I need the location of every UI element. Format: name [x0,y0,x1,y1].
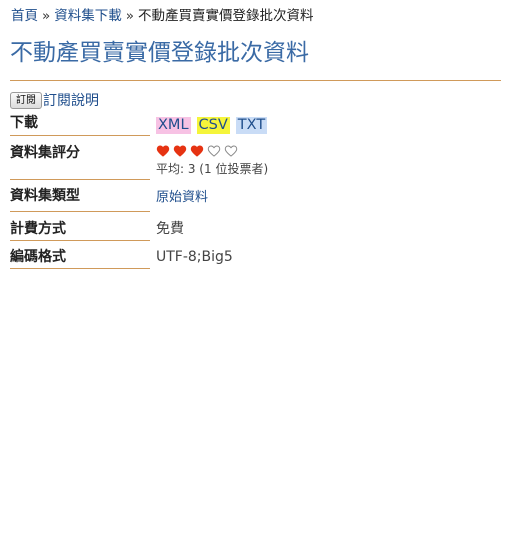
rating-value: 平均: 3 (1 位投票者) [156,144,268,178]
rating-label: 資料集評分 [10,145,80,161]
row-divider [10,211,150,212]
breadcrumb-current: 不動產買賣實價登錄批次資料 [138,8,314,24]
breadcrumb: 首頁» 資料集下載» 不動產買賣實價登錄批次資料 [11,7,314,25]
encoding-value: UTF-8;Big5 [156,249,233,265]
filled-heart-icon[interactable] [156,145,170,157]
encoding-label: 編碼格式 [10,249,66,265]
xml-download-link[interactable]: XML [156,117,191,134]
row-divider [10,240,150,241]
title-divider [10,80,501,81]
row-divider [10,179,150,180]
download-label: 下載 [10,115,38,131]
rating-average: 平均: 3 (1 位投票者) [156,162,269,176]
encoding-value-wrap: UTF-8;Big5 [156,248,233,266]
row-divider [10,135,150,136]
subscribe-help-link[interactable]: 訂閱說明 [43,90,99,110]
download-links: XML CSV TXT [156,116,273,134]
fee-label: 計費方式 [10,221,66,237]
breadcrumb-home-link[interactable]: 首頁 [11,8,38,24]
empty-heart-icon[interactable] [207,145,221,157]
breadcrumb-downloads-link[interactable]: 資料集下載 [54,8,122,24]
type-value-wrap: 原始資料 [156,188,208,207]
subscribe-area: 訂閱 訂閱說明 [10,90,99,110]
empty-heart-icon[interactable] [224,145,238,157]
type-value-link[interactable]: 原始資料 [156,190,208,205]
rating-stars[interactable] [156,144,268,158]
fee-value-wrap: 免費 [156,220,184,238]
filled-heart-icon[interactable] [190,145,204,157]
txt-download-link[interactable]: TXT [235,117,268,134]
filled-heart-icon[interactable] [173,145,187,157]
type-label: 資料集類型 [10,188,80,204]
fee-value: 免費 [156,221,184,237]
subscribe-button[interactable]: 訂閱 [10,91,42,109]
breadcrumb-separator: » [125,8,135,24]
breadcrumb-separator: » [42,8,51,24]
page-title: 不動產買賣實價登錄批次資料 [10,40,309,66]
csv-download-link[interactable]: CSV [196,117,230,134]
row-divider [10,268,150,269]
